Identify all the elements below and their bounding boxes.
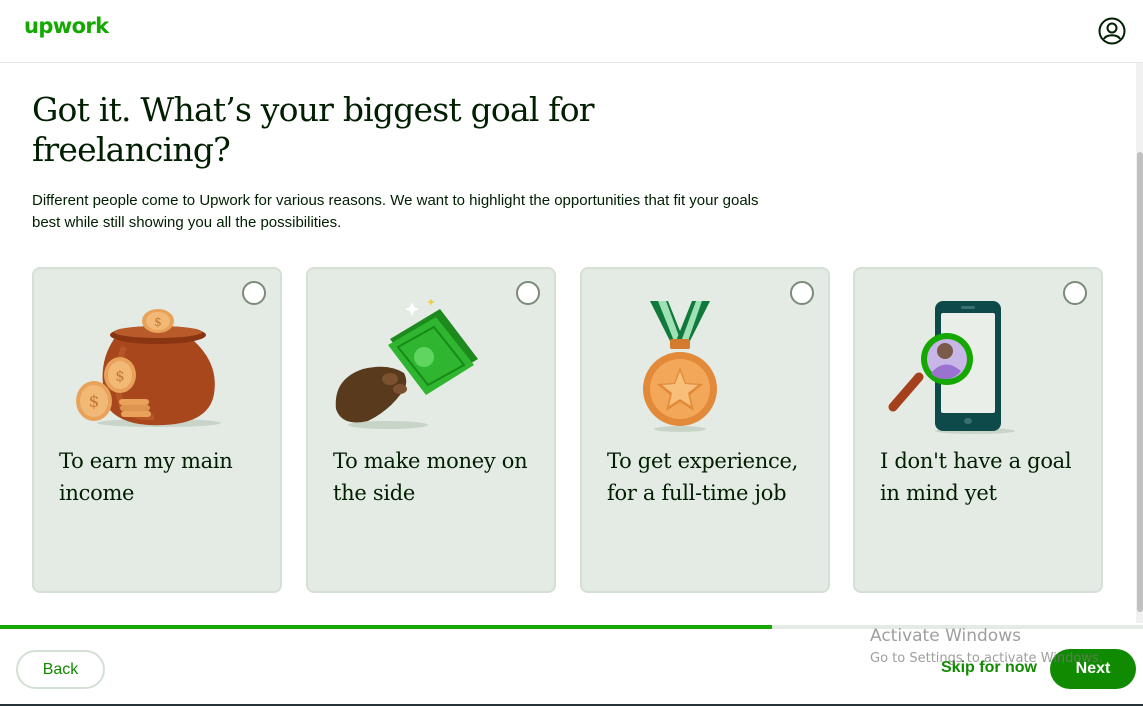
option-label: To get experience, for a full-time job xyxy=(607,449,798,505)
account-circle-icon[interactable] xyxy=(1097,16,1127,46)
next-button[interactable]: Next xyxy=(1050,649,1136,689)
phone-search-icon xyxy=(888,301,1015,434)
goal-option-main-income[interactable]: $ $ $ To earn my main income xyxy=(32,267,282,593)
cash-in-hand-icon xyxy=(335,299,478,429)
footer-bar: Back Skip for now Next xyxy=(0,629,1143,706)
svg-text:$: $ xyxy=(154,315,162,329)
goal-option-side-money[interactable]: To make money on the side xyxy=(306,267,556,593)
medal-icon xyxy=(643,301,717,432)
upwork-logo[interactable]: upwork xyxy=(24,14,109,38)
page-title: Got it. What’s your biggest goal for fre… xyxy=(32,90,595,169)
back-button[interactable]: Back xyxy=(16,650,105,689)
option-radio[interactable] xyxy=(790,281,814,305)
option-radio[interactable] xyxy=(1063,281,1087,305)
option-label: I don't have a goal in mind yet xyxy=(880,449,1072,505)
goal-option-no-goal[interactable]: I don't have a goal in mind yet xyxy=(853,267,1103,593)
option-radio[interactable] xyxy=(516,281,540,305)
svg-text:$: $ xyxy=(89,392,100,412)
page-subtitle: Different people come to Upwork for vari… xyxy=(32,192,759,231)
skip-for-now-link[interactable]: Skip for now xyxy=(941,659,1037,677)
svg-text:$: $ xyxy=(115,367,125,385)
top-header: upwork xyxy=(0,0,1143,63)
scrollbar-thumb[interactable] xyxy=(1137,152,1143,612)
option-label: To make money on the side xyxy=(333,449,528,505)
money-bag-icon: $ $ $ xyxy=(76,309,221,427)
goal-option-experience[interactable]: To get experience, for a full-time job xyxy=(580,267,830,593)
option-radio[interactable] xyxy=(242,281,266,305)
option-label: To earn my main income xyxy=(59,449,233,505)
